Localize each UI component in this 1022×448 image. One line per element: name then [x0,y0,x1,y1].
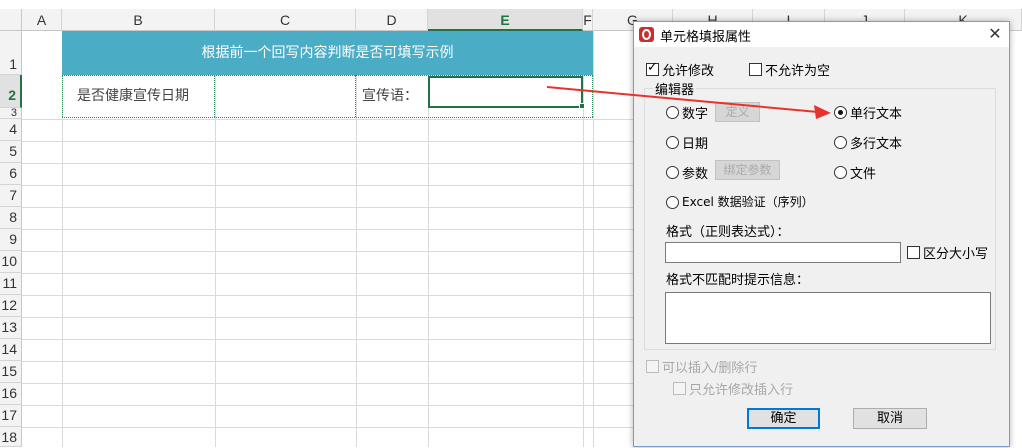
annotation-arrow [546,86,831,119]
